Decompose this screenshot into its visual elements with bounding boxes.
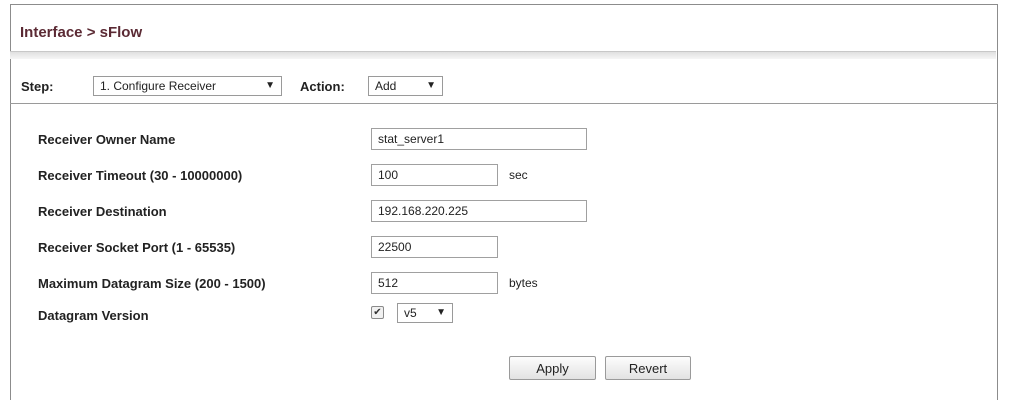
action-select[interactable]: Add ▼ bbox=[368, 76, 443, 96]
destination-input[interactable]: 192.168.220.225 bbox=[371, 200, 587, 222]
timeout-input[interactable]: 100 bbox=[371, 164, 498, 186]
action-label: Action: bbox=[300, 79, 345, 94]
chevron-down-icon: ▼ bbox=[436, 307, 446, 318]
timeout-unit: sec bbox=[509, 168, 528, 182]
timeout-label: Receiver Timeout (30 - 10000000) bbox=[38, 168, 243, 183]
step-select[interactable]: 1. Configure Receiver ▼ bbox=[93, 76, 282, 96]
owner-name-label: Receiver Owner Name bbox=[38, 132, 176, 147]
datagram-version-checkbox[interactable]: ✔ bbox=[371, 306, 384, 319]
socket-port-label: Receiver Socket Port (1 - 65535) bbox=[38, 240, 236, 255]
step-label: Step: bbox=[21, 79, 54, 94]
revert-button[interactable]: Revert bbox=[605, 356, 691, 380]
datagram-version-select[interactable]: v5 ▼ bbox=[397, 303, 453, 323]
destination-label: Receiver Destination bbox=[38, 204, 167, 219]
socket-port-input[interactable]: 22500 bbox=[371, 236, 498, 258]
apply-button[interactable]: Apply bbox=[509, 356, 596, 380]
datagram-size-label: Maximum Datagram Size (200 - 1500) bbox=[38, 276, 266, 291]
action-select-value: Add bbox=[375, 79, 397, 93]
owner-name-input[interactable]: stat_server1 bbox=[371, 128, 587, 150]
title-divider bbox=[10, 51, 996, 59]
datagram-version-value: v5 bbox=[404, 306, 417, 320]
toolbar-divider bbox=[10, 103, 998, 104]
page-title: Interface > sFlow bbox=[20, 24, 143, 41]
datagram-size-input[interactable]: 512 bbox=[371, 272, 498, 294]
datagram-version-label: Datagram Version bbox=[38, 308, 149, 323]
chevron-down-icon: ▼ bbox=[265, 80, 275, 91]
datagram-size-unit: bytes bbox=[509, 276, 538, 290]
chevron-down-icon: ▼ bbox=[426, 80, 436, 91]
step-select-value: 1. Configure Receiver bbox=[100, 79, 217, 93]
check-icon: ✔ bbox=[373, 307, 382, 318]
